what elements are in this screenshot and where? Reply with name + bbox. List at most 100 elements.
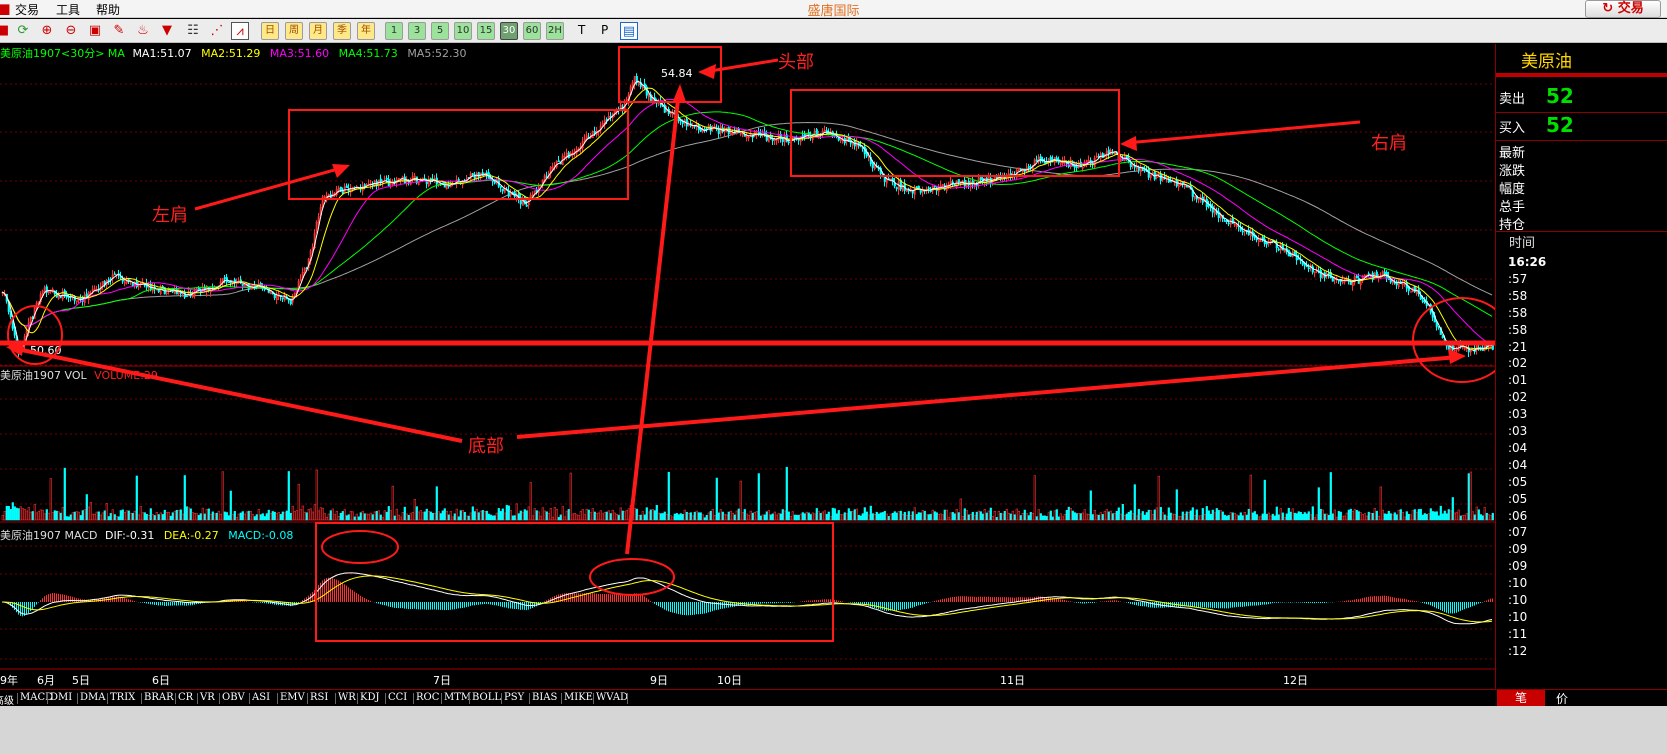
period-day[interactable]: 日 — [261, 22, 279, 40]
indicator-tab[interactable]: PSY — [504, 692, 524, 703]
field-change: 涨跌 — [1499, 164, 1526, 179]
indicator-tab[interactable]: RSI — [310, 692, 328, 703]
volume-bar-down — [757, 473, 760, 521]
volume-bar-down — [809, 514, 812, 521]
toolbar: ■ ⟳ ⊕ ⊖ ▣ ✎ ♨ ▼ ☷ ⋰ ⩘ 日 周 月 季 年 1 3 5 10… — [0, 19, 1667, 43]
volume-bar-down — [1439, 505, 1442, 521]
square-icon[interactable]: ■ — [0, 22, 12, 40]
tab-pen[interactable]: 笔 — [1497, 690, 1545, 707]
volume-bar-down — [1035, 516, 1038, 521]
kline-chart-icon[interactable]: ⩘ — [231, 22, 249, 40]
indicator-tab[interactable]: DMA — [80, 692, 105, 703]
tab-price[interactable]: 价 — [1556, 690, 1568, 707]
volume-bar-down — [891, 512, 894, 521]
volume-bar-down — [379, 514, 382, 521]
period-month[interactable]: 月 — [309, 22, 327, 40]
indicator-tab[interactable]: MIKE — [564, 692, 593, 703]
volume-bar-down — [113, 514, 116, 521]
menu-tools[interactable]: 工具 — [56, 1, 80, 18]
indicator-tab[interactable]: BRAR — [144, 692, 174, 703]
volume-bar-down — [255, 514, 258, 521]
kline-chart[interactable]: 美原油1907<30分> MA MA1:51.07 MA2:51.29 MA3:… — [0, 44, 1495, 689]
t-button[interactable]: T — [578, 23, 585, 37]
indicator-tab[interactable]: MACD — [20, 692, 53, 703]
period-quarter[interactable]: 季 — [333, 22, 351, 40]
candle-down — [1289, 254, 1292, 257]
volume-bar-down — [1295, 513, 1298, 521]
indicator-tab[interactable]: WVAD — [596, 692, 628, 703]
window-icon[interactable]: ▣ — [86, 22, 104, 40]
volume-bar-down — [457, 516, 460, 521]
volume-bar-down — [1201, 508, 1204, 521]
candle-down — [919, 189, 922, 193]
indicator-tab[interactable]: ROC — [416, 692, 439, 703]
refresh-icon[interactable]: ⟳ — [14, 22, 32, 40]
volume-bar-down — [1425, 514, 1428, 521]
volume-bar-down — [1143, 514, 1146, 521]
menu-trade[interactable]: 交易 — [15, 1, 39, 18]
indicator-tab[interactable]: MTM — [444, 692, 471, 703]
volume-bar-down — [447, 514, 450, 521]
volume-bar-down — [525, 510, 528, 521]
period-5min[interactable]: 5 — [431, 22, 449, 40]
zoom-in-icon[interactable]: ⊕ — [38, 22, 56, 40]
indicator-tab[interactable]: CR — [178, 692, 193, 703]
indicator-tab[interactable]: DMI — [50, 692, 72, 703]
volume-bar-down — [587, 509, 590, 521]
indicator-tab[interactable]: OBV — [222, 692, 245, 703]
time-header: 时间 — [1509, 236, 1536, 251]
volume-bar-down — [1051, 516, 1054, 521]
volume-bar-down — [1067, 506, 1070, 521]
volume-bar-down — [1273, 515, 1276, 521]
volume-bar-down — [771, 513, 774, 521]
line-chart-icon[interactable]: ⋰ — [208, 22, 226, 40]
indicator-tab[interactable]: CCI — [388, 692, 407, 703]
indicator-tab[interactable]: ASI — [252, 692, 270, 703]
period-year[interactable]: 年 — [357, 22, 375, 40]
tick-time: :11 — [1508, 626, 1528, 641]
volume-bar-down — [1375, 510, 1378, 521]
filter-icon[interactable]: ▼ — [158, 22, 176, 40]
trade-button[interactable]: ↻ 交易 — [1585, 0, 1661, 18]
indicator-tab[interactable]: BOLL — [472, 692, 501, 703]
candle-down — [1277, 248, 1280, 251]
menu-help[interactable]: 帮助 — [96, 1, 120, 18]
zoom-out-icon[interactable]: ⊖ — [62, 22, 80, 40]
date-label-4: 7日 — [433, 674, 451, 687]
candle-down — [1073, 165, 1076, 168]
candle-down — [1421, 300, 1424, 302]
paint-icon[interactable]: ♨ — [134, 22, 152, 40]
volume-bar-down — [1175, 489, 1178, 521]
period-1min[interactable]: 1 — [385, 22, 403, 40]
period-30min[interactable]: 30 — [500, 22, 518, 40]
period-15min[interactable]: 15 — [477, 22, 495, 40]
volume-bar-down — [1293, 512, 1296, 521]
volume-bar-down — [1435, 511, 1438, 521]
indicator-tab[interactable]: VR — [200, 692, 215, 703]
indicator-tab[interactable]: KDJ — [360, 692, 380, 703]
ma1-label: MA1:51.07 — [132, 47, 191, 60]
pen-icon[interactable]: ✎ — [110, 22, 128, 40]
volume-bar-down — [289, 512, 292, 521]
period-10min[interactable]: 10 — [454, 22, 472, 40]
volume-bar-down — [1327, 514, 1330, 521]
period-2h[interactable]: 2H — [546, 22, 564, 40]
table-icon[interactable]: ☷ — [184, 22, 202, 40]
indicator-tab[interactable]: TRIX — [110, 692, 135, 703]
volume-bar-down — [117, 516, 120, 521]
candle-down — [557, 160, 560, 163]
period-week[interactable]: 周 — [285, 22, 303, 40]
calendar-icon[interactable]: ▤ — [620, 22, 638, 40]
volume-bar-down — [1019, 515, 1022, 521]
tab-divider — [175, 693, 176, 704]
volume-bar-down — [439, 513, 442, 521]
indicator-tab[interactable]: WR — [338, 692, 356, 703]
indicator-tab[interactable]: 高级 — [0, 692, 14, 707]
period-3min[interactable]: 3 — [408, 22, 426, 40]
indicator-tab[interactable]: EMV — [280, 692, 305, 703]
volume-bar-down — [487, 513, 490, 521]
p-button[interactable]: P — [601, 23, 608, 37]
indicator-tab[interactable]: BIAS — [532, 692, 557, 703]
period-60min[interactable]: 60 — [523, 22, 541, 40]
volume-bar-down — [1163, 514, 1166, 521]
